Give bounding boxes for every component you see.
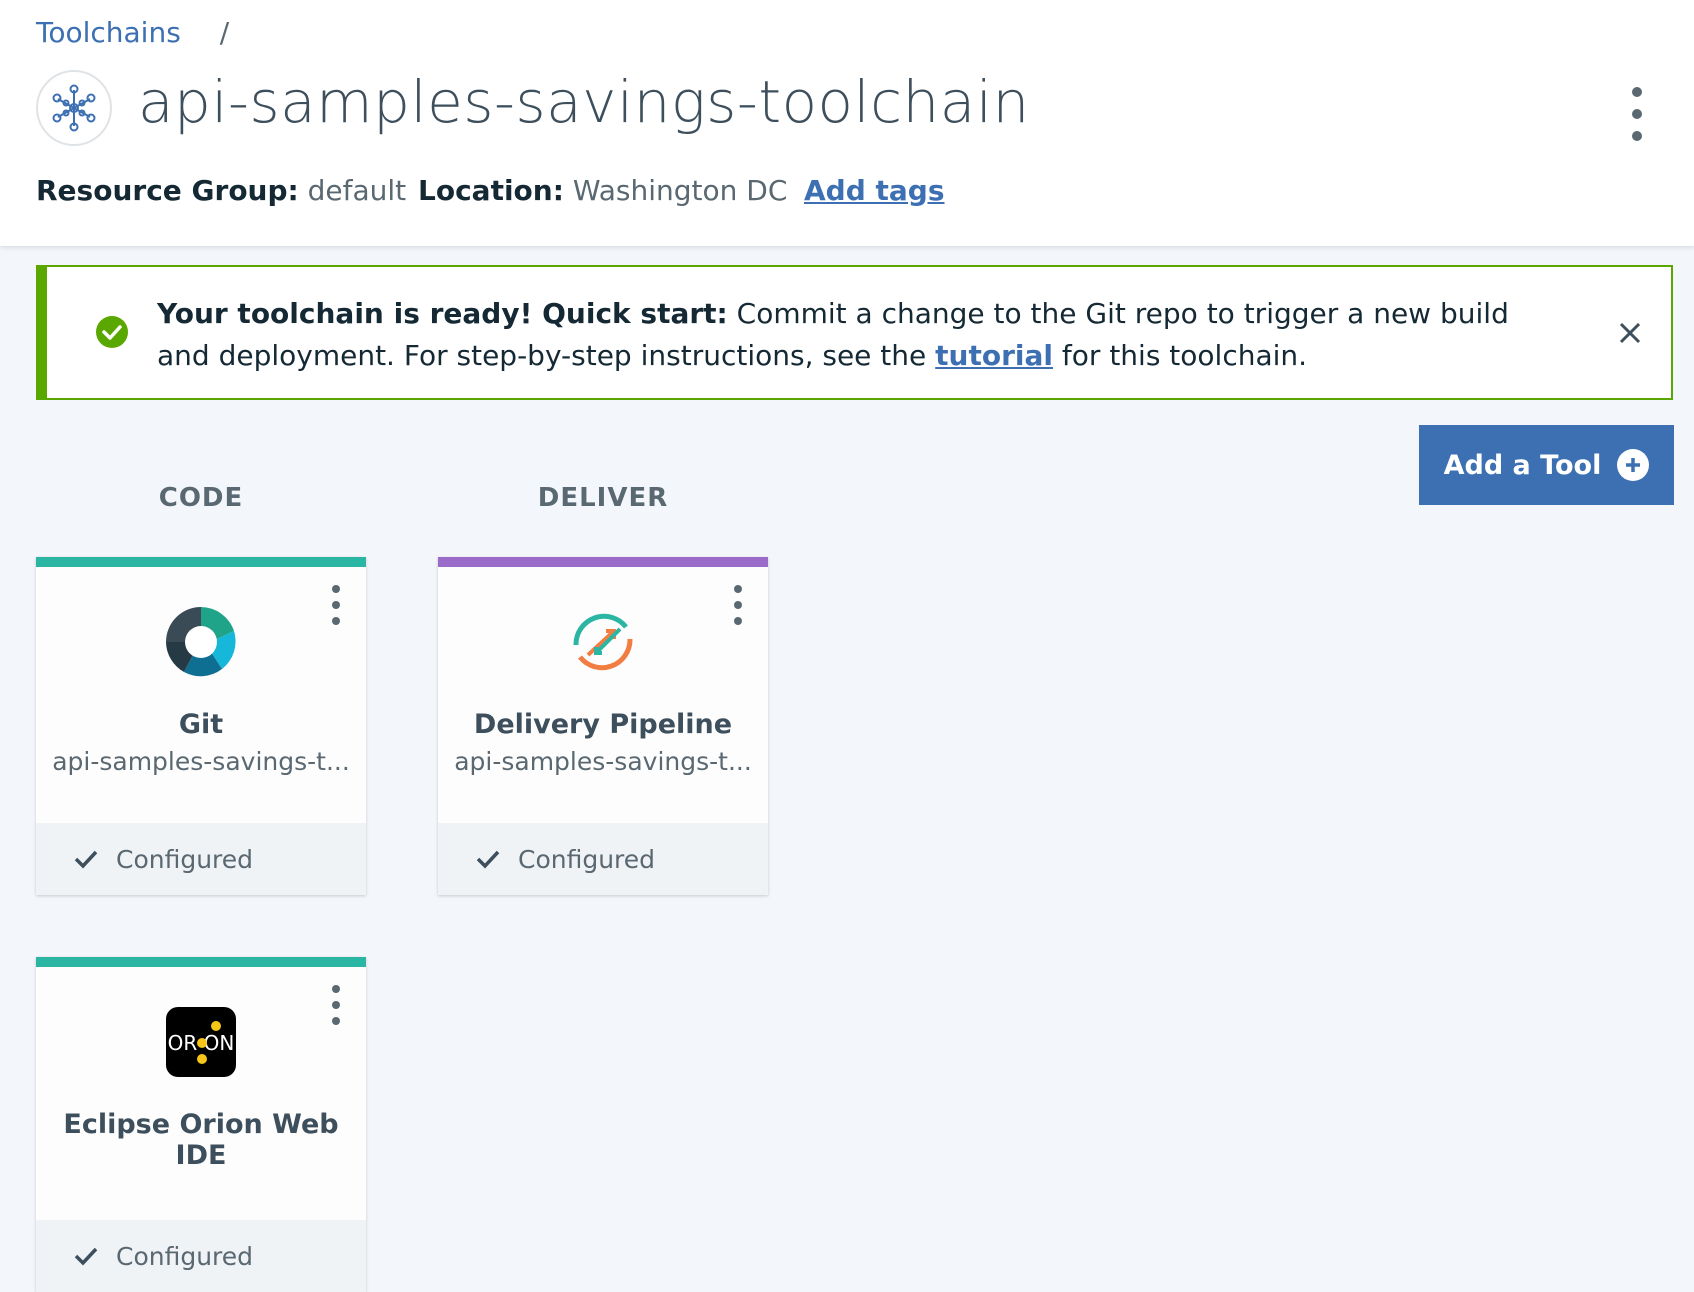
tool-subtitle: api-samples-savings-t... <box>454 747 752 776</box>
location-value: Washington DC <box>572 174 788 207</box>
tool-status: Configured <box>116 1241 254 1271</box>
breadcrumb: Toolchains / <box>36 16 229 49</box>
location-label: Location: <box>418 174 564 207</box>
toolchain-icon <box>36 70 112 146</box>
card-status-footer: Configured <box>36 1220 366 1292</box>
column-heading-deliver: DELIVER <box>537 483 669 513</box>
notification-strong: Your toolchain is ready! Quick start: <box>157 297 728 330</box>
card-status-footer: Configured <box>36 823 366 895</box>
card-overflow-menu-icon[interactable] <box>326 583 346 627</box>
card-accent-stripe <box>36 957 366 967</box>
success-check-icon <box>95 315 129 349</box>
checkmark-icon <box>74 1246 98 1266</box>
card-overflow-menu-icon[interactable] <box>326 983 346 1027</box>
add-tool-button[interactable]: Add a Tool <box>1419 425 1674 505</box>
tool-name: Git <box>178 709 224 740</box>
git-icon <box>164 605 238 679</box>
card-accent-stripe <box>438 557 768 567</box>
location: Location: Washington DC <box>418 174 787 207</box>
resource-group-value: default <box>307 174 407 207</box>
add-tags-link[interactable]: Add tags <box>804 174 945 207</box>
success-notification: Your toolchain is ready! Quick start: Co… <box>36 265 1673 400</box>
tool-status: Configured <box>518 844 656 874</box>
tool-card-delivery-pipeline[interactable]: Delivery Pipeline api-samples-savings-t.… <box>438 557 768 895</box>
orion-icon: OR ON <box>164 1005 238 1079</box>
notification-message: Your toolchain is ready! Quick start: Co… <box>157 293 1517 377</box>
page-header: Toolchains / api-samples-savings-toolcha… <box>0 0 1694 246</box>
tool-name: Delivery Pipeline <box>473 709 733 740</box>
tool-card-eclipse-orion[interactable]: OR ON Eclipse Orion Web IDE Configured <box>36 957 366 1292</box>
card-status-footer: Configured <box>438 823 768 895</box>
tool-status: Configured <box>116 844 254 874</box>
breadcrumb-toolchains-link[interactable]: Toolchains <box>36 16 181 49</box>
resource-group-label: Resource Group: <box>36 174 299 207</box>
overflow-menu-icon[interactable] <box>1622 84 1652 144</box>
breadcrumb-separator: / <box>219 16 230 49</box>
resource-group: Resource Group: default <box>36 174 406 207</box>
card-overflow-menu-icon[interactable] <box>728 583 748 627</box>
checkmark-icon <box>476 849 500 869</box>
page-title: api-samples-savings-toolchain <box>138 68 1030 136</box>
column-heading-code: CODE <box>158 483 244 513</box>
card-accent-stripe <box>36 557 366 567</box>
tool-subtitle: api-samples-savings-t... <box>52 747 350 776</box>
checkmark-icon <box>74 849 98 869</box>
tutorial-link[interactable]: tutorial <box>935 339 1053 372</box>
notification-text-end: for this toolchain. <box>1053 339 1308 372</box>
close-icon[interactable] <box>1618 321 1642 345</box>
tool-name: Eclipse Orion Web IDE <box>63 1109 339 1171</box>
pipeline-icon <box>566 605 640 679</box>
plus-circle-icon <box>1617 449 1650 481</box>
tool-card-git[interactable]: Git api-samples-savings-t... Configured <box>36 557 366 895</box>
add-tool-label: Add a Tool <box>1443 449 1602 481</box>
